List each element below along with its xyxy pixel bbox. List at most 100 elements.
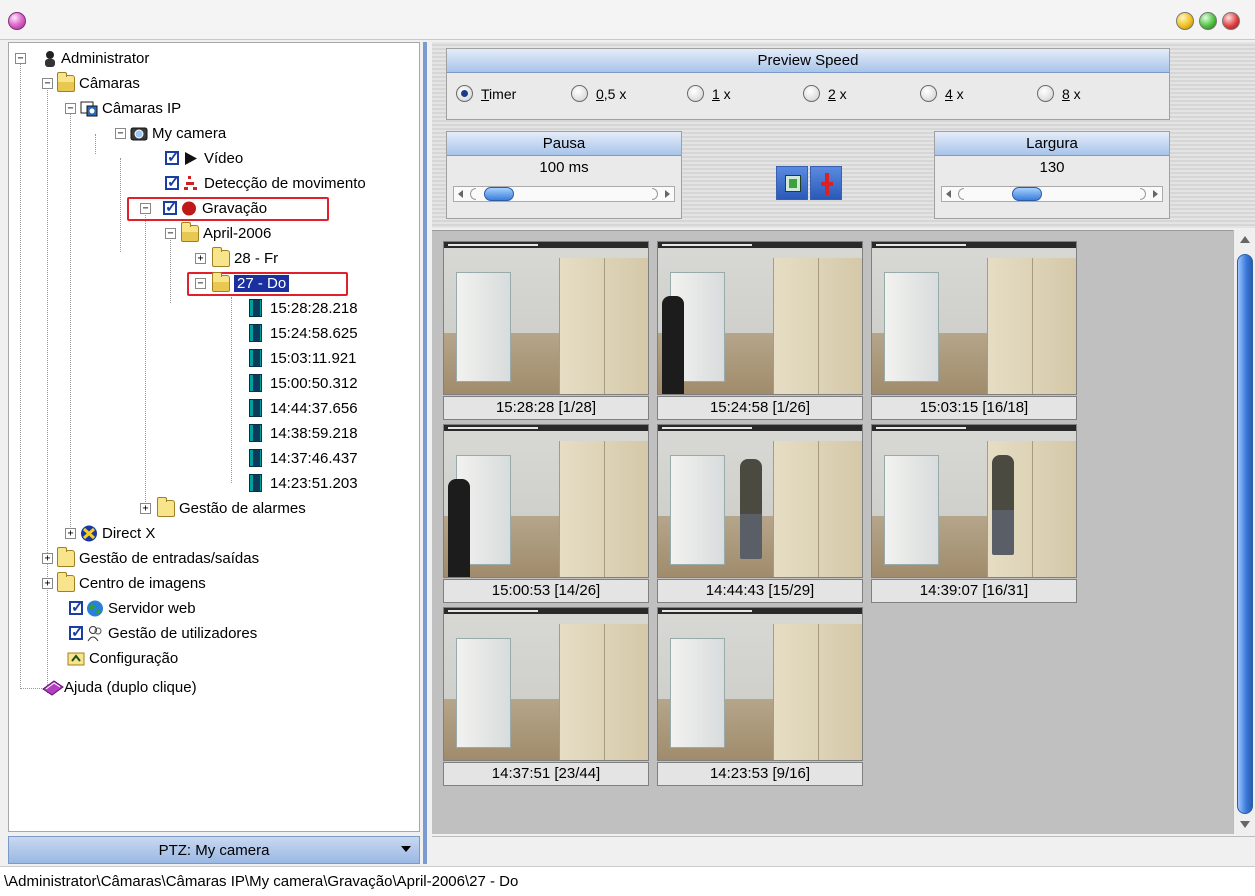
tree-item-recording[interactable]: Gravação [163, 197, 267, 219]
expand-toggle[interactable]: + [42, 553, 53, 564]
speed-option-2x[interactable]: 2 x [803, 85, 847, 102]
tree-label: Câmaras [79, 74, 140, 92]
recording-item[interactable]: 14:23:51.203 [249, 472, 358, 494]
close-button[interactable] [1222, 12, 1240, 30]
expand-toggle[interactable]: + [140, 503, 151, 514]
pause-slider-thumb[interactable] [484, 187, 514, 201]
expand-toggle[interactable]: + [195, 253, 206, 264]
tree-item-configuration[interactable]: Configuração [67, 647, 178, 669]
scrollbar-thumb[interactable] [1237, 254, 1253, 814]
scroll-up-icon[interactable] [1240, 236, 1250, 243]
tree-item-user-management[interactable]: Gestão de utilizadores [69, 622, 257, 644]
folder-open-icon [57, 71, 75, 92]
slider-left-arrow-icon[interactable] [946, 190, 951, 198]
tree-item-web-server[interactable]: Servidor web [69, 597, 196, 619]
expand-toggle[interactable]: + [42, 578, 53, 589]
width-slider-thumb[interactable] [1012, 187, 1042, 201]
recording-item[interactable]: 14:38:59.218 [249, 422, 358, 444]
navigation-tree[interactable]: − Administrator − Câmaras − Câmaras IP −… [8, 42, 420, 832]
expand-toggle[interactable]: + [65, 528, 76, 539]
collapse-toggle[interactable]: − [165, 228, 176, 239]
tree-item-image-center[interactable]: Centro de imagens [57, 571, 206, 594]
slider-bracket [470, 188, 476, 200]
recording-thumbnail[interactable]: 15:03:15 [16/18] [871, 241, 1077, 422]
app-menu-icon[interactable] [8, 12, 26, 30]
maximize-button[interactable] [1199, 12, 1217, 30]
speed-option-1x[interactable]: 1 x [687, 85, 731, 102]
pause-slider[interactable] [453, 186, 675, 202]
width-slider[interactable] [941, 186, 1163, 202]
collapse-toggle[interactable]: − [15, 53, 26, 64]
thumbnail-caption: 14:39:07 [16/31] [871, 579, 1077, 603]
tree-connector [70, 109, 71, 529]
play-icon [182, 150, 200, 167]
pane-splitter[interactable] [420, 42, 430, 864]
recording-item[interactable]: 15:00:50.312 [249, 372, 358, 394]
recording-thumbnail[interactable]: 15:24:58 [1/26] [657, 241, 863, 422]
recording-thumbnail[interactable]: 14:37:51 [23/44] [443, 607, 649, 788]
tree-item-april-2006[interactable]: April-2006 [181, 221, 271, 244]
collapse-toggle[interactable]: − [42, 78, 53, 89]
tree-label: Ajuda (duplo clique) [64, 678, 197, 696]
video-clip-icon [249, 424, 262, 442]
tree-item-ip-cameras[interactable]: Câmaras IP [80, 97, 181, 119]
tree-connector [95, 134, 96, 154]
motion-overlay-button[interactable] [810, 166, 842, 200]
administrator-icon [43, 50, 57, 67]
collapse-toggle[interactable]: − [140, 203, 151, 214]
tree-item-motion-detection[interactable]: Detecção de movimento [165, 172, 366, 194]
speed-option-8x[interactable]: 8 x [1037, 85, 1081, 102]
video-checkbox[interactable] [165, 148, 180, 166]
slider-left-arrow-icon[interactable] [458, 190, 463, 198]
scene-wardrobe [773, 624, 862, 760]
speed-option-timer[interactable]: Timer [456, 85, 516, 102]
tree-item-help[interactable]: Ajuda (duplo clique) [42, 676, 197, 698]
recording-thumbnail[interactable]: 14:39:07 [16/31] [871, 424, 1077, 605]
snapshot-button[interactable] [776, 166, 808, 200]
thumbnail-frame [657, 241, 863, 395]
collapse-toggle[interactable]: − [65, 103, 76, 114]
recording-thumbnail[interactable]: 15:28:28 [1/28] [443, 241, 649, 422]
recording-checkbox[interactable] [163, 198, 178, 216]
radio-label: 4 x [945, 85, 964, 102]
osd-overlay [658, 425, 862, 431]
minimize-button[interactable] [1176, 12, 1194, 30]
scene-wardrobe [559, 624, 648, 760]
recording-item[interactable]: 14:37:46.437 [249, 447, 358, 469]
recording-item[interactable]: 15:03:11.921 [249, 347, 356, 369]
vertical-scrollbar[interactable] [1233, 230, 1255, 834]
motion-detection-checkbox[interactable] [165, 173, 180, 191]
ptz-camera-select[interactable]: PTZ: My camera [8, 836, 420, 864]
tree-item-io-management[interactable]: Gestão de entradas/saídas [57, 546, 259, 569]
camera-icon [130, 125, 148, 142]
status-bar: \Administrator\Câmaras\Câmaras IP\My cam… [0, 866, 1255, 896]
recording-item[interactable]: 14:44:37.656 [249, 397, 358, 419]
recording-item[interactable]: 15:24:58.625 [249, 322, 358, 344]
slider-right-arrow-icon[interactable] [1153, 190, 1158, 198]
recording-label: 15:03:11.921 [270, 349, 357, 367]
recording-thumbnail[interactable]: 15:00:53 [14/26] [443, 424, 649, 605]
tree-item-my-camera[interactable]: My camera [130, 122, 226, 144]
speed-option-4x[interactable]: 4 x [920, 85, 964, 102]
video-clip-icon [249, 374, 262, 392]
scene-person [448, 479, 470, 577]
slider-bracket [958, 188, 964, 200]
tree-item-cameras[interactable]: Câmaras [57, 71, 140, 94]
web-server-checkbox[interactable] [69, 598, 84, 616]
tree-item-day-28[interactable]: 28 - Fr [212, 246, 278, 269]
osd-overlay [444, 425, 648, 431]
recording-item[interactable]: 15:28:28.218 [249, 297, 358, 319]
tree-item-direct-x[interactable]: Direct X [80, 522, 155, 544]
user-management-checkbox[interactable] [69, 623, 84, 641]
scroll-down-icon[interactable] [1240, 821, 1250, 828]
tree-item-administrator[interactable]: Administrator [43, 47, 149, 69]
speed-option-0-5x[interactable]: 0,5 x [571, 85, 626, 102]
collapse-toggle[interactable]: − [115, 128, 126, 139]
slider-right-arrow-icon[interactable] [665, 190, 670, 198]
tree-item-alarm-management[interactable]: Gestão de alarmes [157, 496, 306, 519]
tree-item-video[interactable]: Vídeo [165, 147, 243, 169]
recording-thumbnail[interactable]: 14:23:53 [9/16] [657, 607, 863, 788]
recording-thumbnail[interactable]: 14:44:43 [15/29] [657, 424, 863, 605]
collapse-toggle[interactable]: − [195, 278, 206, 289]
tree-item-day-27[interactable]: 27 - Do [212, 271, 290, 294]
